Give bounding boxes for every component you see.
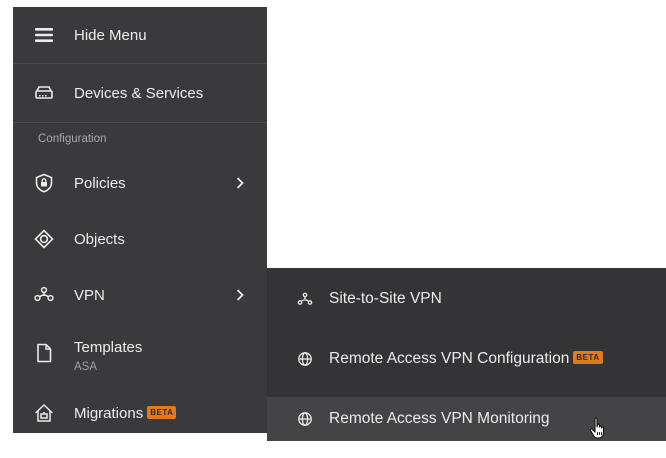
section-label-configuration: Configuration [38, 133, 107, 145]
sidebar-item-label: Migrations BETA [74, 405, 177, 422]
submenu-item-label: Remote Access VPN Configuration BETA [329, 350, 603, 368]
site-to-site-icon [297, 291, 313, 307]
sidebar-item-label: Policies [74, 174, 126, 192]
device-icon [33, 82, 55, 104]
submenu-item-remote-access-vpn-configuration[interactable]: Remote Access VPN Configuration BETA [267, 333, 666, 384]
beta-badge: BETA [147, 406, 177, 420]
hamburger-icon [33, 24, 55, 46]
sidebar-item-migrations[interactable]: Migrations BETA [13, 393, 267, 433]
chevron-right-icon [234, 176, 246, 190]
sidebar-item-sublabel: ASA [74, 361, 98, 373]
submenu-item-label: Site-to-Site VPN [329, 289, 442, 307]
shield-lock-icon [33, 172, 55, 194]
globe-icon [297, 411, 313, 427]
migration-icon [33, 402, 55, 424]
submenu-item-label: Remote Access VPN Monitoring [329, 410, 550, 427]
vpn-network-icon [33, 284, 55, 306]
chevron-right-icon [234, 288, 246, 302]
sidebar-item-label: VPN [74, 286, 105, 304]
sidebar-item-objects[interactable]: Objects [13, 211, 267, 267]
sidebar-item-devices-services[interactable]: Devices & Services [13, 64, 267, 122]
sidebar-item-label: Devices & Services [74, 84, 204, 102]
sidebar-nav: Hide Menu Devices & Services Configurati… [13, 7, 267, 433]
sidebar-item-label: Templates [74, 339, 143, 356]
globe-icon [297, 351, 313, 367]
sidebar-item-vpn[interactable]: VPN [13, 267, 267, 323]
submenu-item-site-to-site-vpn[interactable]: Site-to-Site VPN [267, 273, 666, 324]
document-icon [33, 342, 55, 364]
hand-cursor-icon [588, 416, 610, 440]
divider [13, 122, 267, 123]
sidebar-item-label: Objects [74, 230, 125, 248]
sidebar-item-templates[interactable]: Templates ASA [13, 323, 267, 383]
hide-menu-label: Hide Menu [74, 26, 147, 44]
sidebar-item-policies[interactable]: Policies [13, 155, 267, 211]
objects-icon [33, 228, 55, 250]
beta-badge: BETA [573, 350, 603, 364]
hide-menu-button[interactable]: Hide Menu [13, 7, 267, 63]
